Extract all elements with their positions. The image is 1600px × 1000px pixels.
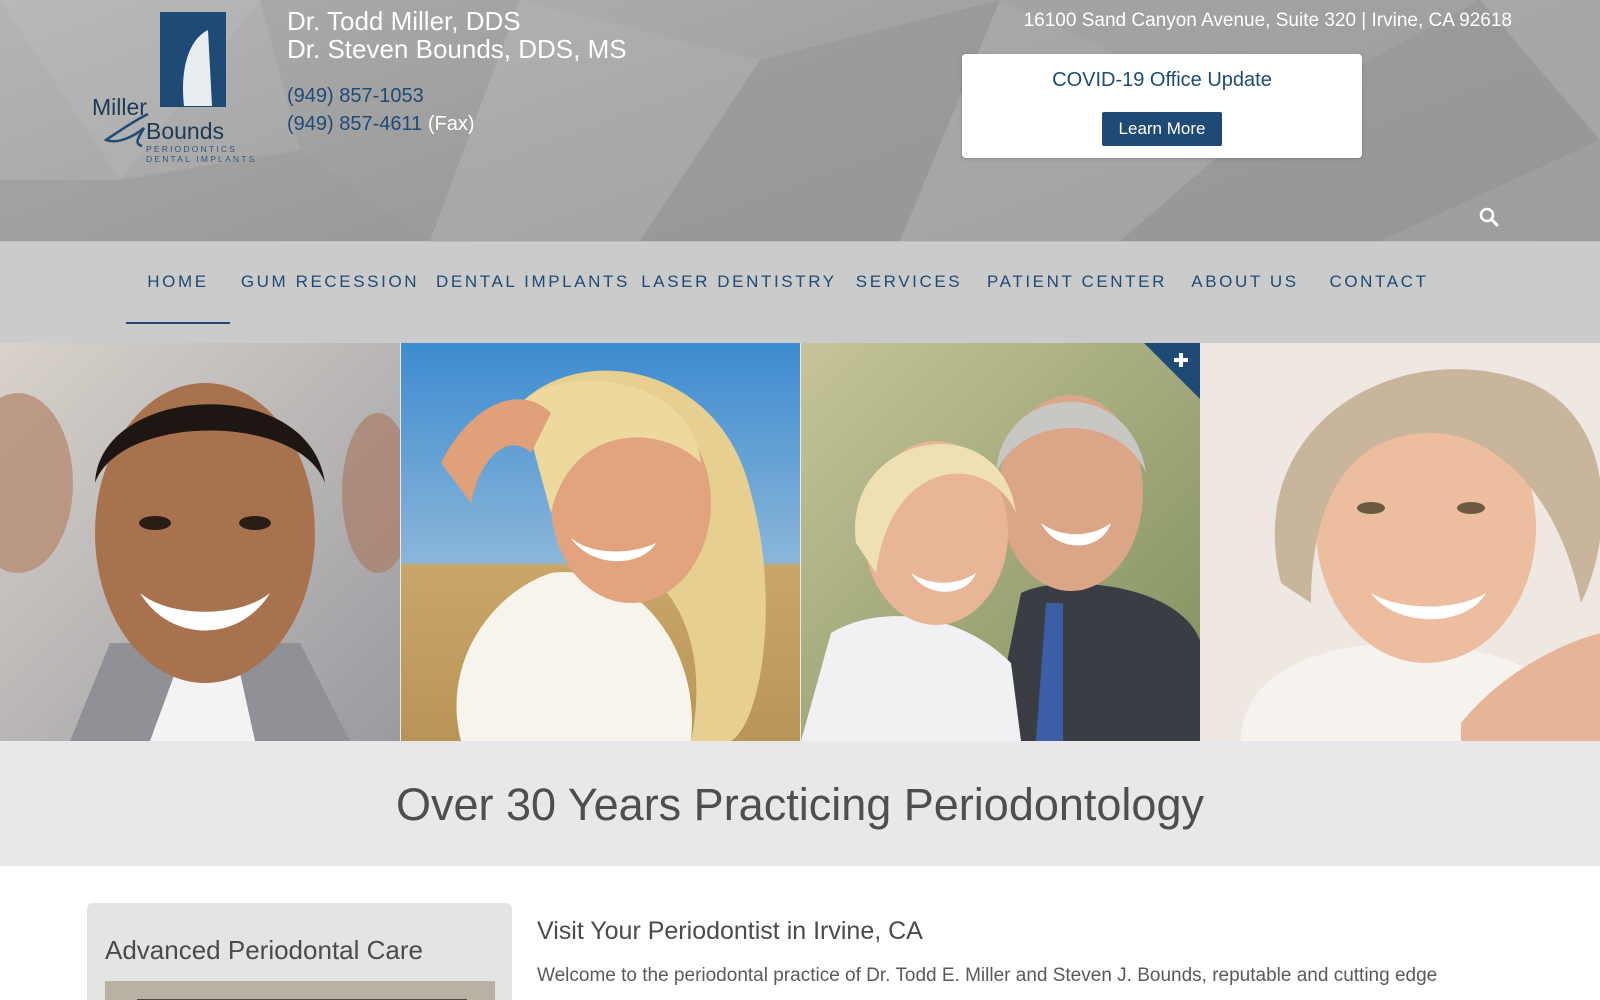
main-title: Visit Your Periodontist in Irvine, CA: [537, 917, 923, 945]
nav-item-laser-dentistry[interactable]: LASER DENTISTRY: [636, 242, 842, 324]
nav-item-about-us[interactable]: ABOUT US: [1178, 242, 1312, 324]
smiling-mature-woman-photo: [1200, 343, 1600, 741]
covid-update-box: COVID-19 Office Update Learn More: [962, 54, 1362, 158]
plus-icon[interactable]: [1144, 343, 1200, 399]
smiling-senior-couple-photo: [800, 343, 1200, 741]
headline-banner: Over 30 Years Practicing Periodontology: [0, 741, 1600, 866]
doctor-name-bounds: Dr. Steven Bounds, DDS, MS: [287, 34, 627, 64]
doctor-names: Dr. Todd Miller, DDS Dr. Steven Bounds, …: [287, 7, 627, 63]
nav-item-dental-implants[interactable]: DENTAL IMPLANTS: [430, 242, 636, 324]
learn-more-button[interactable]: Learn More: [1102, 112, 1222, 146]
sidebar-image: [105, 981, 495, 1000]
site-header: Miller Bounds PERIODONTICS DENTAL IMPLAN…: [0, 0, 1600, 241]
sidebar-title: Advanced Periodontal Care: [105, 935, 423, 965]
covid-update-title[interactable]: COVID-19 Office Update: [962, 69, 1362, 92]
doctor-name-miller: Dr. Todd Miller, DDS: [287, 6, 521, 36]
hero-photo-strip: [0, 343, 1600, 741]
nav-item-patient-center[interactable]: PATIENT CENTER: [976, 242, 1178, 324]
main-navigation: HOME GUM RECESSION DENTAL IMPLANTS LASER…: [0, 241, 1600, 343]
smiling-man-photo: [0, 343, 400, 741]
nav-item-services[interactable]: SERVICES: [842, 242, 976, 324]
phone-link[interactable]: (949) 857-1053: [287, 85, 424, 107]
logo-text-miller: Miller: [92, 94, 147, 120]
office-address: 16100 Sand Canyon Avenue, Suite 320 | Ir…: [1023, 10, 1512, 31]
logo-tagline-periodontics: PERIODONTICS: [146, 144, 238, 154]
nav-item-gum-recession[interactable]: GUM RECESSION: [230, 242, 430, 324]
search-icon[interactable]: [1478, 206, 1500, 228]
main-intro: Welcome to the periodontal practice of D…: [537, 965, 1438, 986]
sidebar-card: Advanced Periodontal Care: [87, 903, 512, 1000]
smiling-blonde-woman-photo: [400, 343, 800, 741]
main-content: Visit Your Periodontist in Irvine, CA We…: [537, 917, 1487, 990]
logo-tagline-dental-implants: DENTAL IMPLANTS: [146, 154, 257, 164]
fax-label: (Fax): [427, 113, 475, 135]
headline: Over 30 Years Practicing Periodontology: [396, 779, 1204, 830]
practice-logo[interactable]: Miller Bounds PERIODONTICS DENTAL IMPLAN…: [88, 10, 268, 170]
nav-item-home[interactable]: HOME: [126, 242, 230, 324]
nav-item-contact[interactable]: CONTACT: [1312, 242, 1446, 324]
fax-link[interactable]: (949) 857-4611: [287, 113, 422, 135]
phone-numbers: (949) 857-1053 (949) 857-4611 (Fax): [287, 82, 475, 138]
logo-text-bounds: Bounds: [146, 118, 225, 144]
